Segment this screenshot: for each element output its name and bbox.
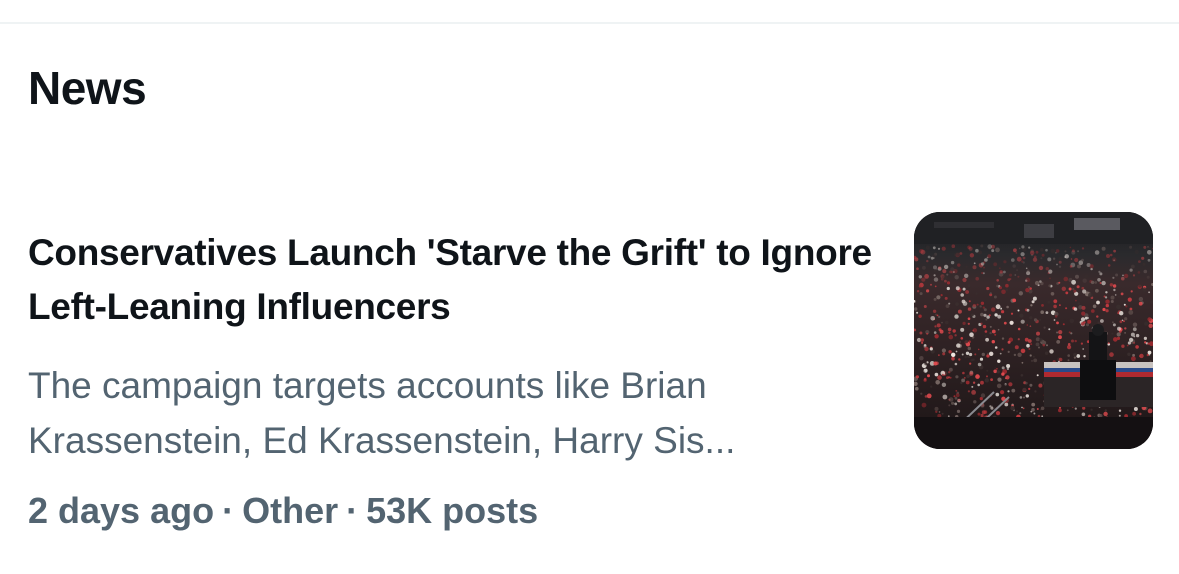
news-meta: 2 days ago · Other · 53K posts: [28, 486, 538, 536]
meta-separator: ·: [222, 490, 235, 531]
news-thumbnail[interactable]: [914, 212, 1153, 449]
news-post-count: 53K posts: [366, 490, 539, 531]
news-item[interactable]: Conservatives Launch 'Starve the Grift' …: [0, 200, 1179, 550]
section-title: News: [28, 62, 147, 114]
news-summary: The campaign targets accounts like Brian…: [28, 365, 736, 461]
top-divider: [0, 22, 1179, 24]
meta-separator: ·: [346, 490, 359, 531]
rally-crowd-photo-icon: [914, 212, 1153, 449]
news-time: 2 days ago: [28, 490, 215, 531]
news-headline[interactable]: Conservatives Launch 'Starve the Grift' …: [28, 226, 888, 334]
news-category: Other: [242, 490, 339, 531]
